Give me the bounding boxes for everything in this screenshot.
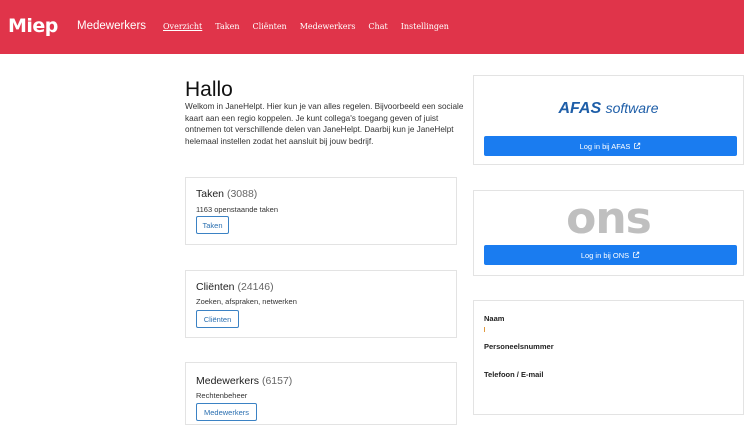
ons-card: ons Log in bij ONS [473,190,744,276]
afas-logo-sub: software [605,100,659,116]
ons-login-button[interactable]: Log in bij ONS [484,245,737,265]
ons-logo: ons [566,193,652,244]
name-value [484,327,485,332]
taken-card: Taken (3088) 1163 openstaande taken Take… [185,177,457,245]
afas-login-button[interactable]: Log in bij AFAS [484,136,737,156]
ons-login-label: Log in bij ONS [580,250,630,260]
medewerkers-button[interactable]: Medewerkers [196,403,257,421]
brand-subtitle: Medewerkers [77,20,147,32]
card-title: Taken (3088) [196,188,257,200]
clienten-button[interactable]: Cliënten [196,310,239,328]
nav-clienten[interactable]: Cliënten [252,22,286,31]
nav-taken[interactable]: Taken [215,22,239,31]
card-count: (24146) [237,281,274,293]
card-subtitle: 1163 openstaande taken [196,205,279,214]
card-title: Medewerkers (6157) [196,375,292,387]
page-title: Hallo [185,78,233,101]
external-link-icon [633,251,640,258]
afas-card: AFAS software Log in bij AFAS [473,75,744,165]
card-subtitle: Zoeken, afspraken, netwerken [196,297,297,306]
card-count: (3088) [226,188,258,200]
telefoon-email-label: Telefoon / E-mail [484,370,544,379]
nav-overzicht[interactable]: Overzicht [163,22,202,31]
external-link-icon [634,142,641,149]
taken-button[interactable]: Taken [196,216,229,234]
card-title-label: Taken [196,188,225,200]
personeelsnummer-label: Personeelsnummer [484,342,554,351]
clienten-card: Cliënten (24146) Zoeken, afspraken, netw… [185,270,457,338]
nav-medewerkers[interactable]: Medewerkers [300,22,356,31]
profile-card: Naam Personeelsnummer Telefoon / E-mail [473,300,744,415]
main-nav: Overzicht Taken Cliënten Medewerkers Cha… [163,22,449,31]
name-label: Naam [484,314,505,323]
card-title-label: Medewerkers [196,375,260,387]
medewerkers-card: Medewerkers (6157) Rechtenbeheer Medewer… [185,362,457,425]
card-title-label: Cliënten [196,281,235,293]
nav-instellingen[interactable]: Instellingen [401,22,449,31]
welcome-text: Welkom in JaneHelpt. Hier kun je van all… [185,102,464,146]
afas-logo: AFAS software [474,100,743,118]
nav-chat[interactable]: Chat [368,22,387,31]
card-subtitle: Rechtenbeheer [196,391,248,400]
card-title: Cliënten (24146) [196,281,274,293]
card-count: (6157) [261,375,293,387]
brand-logo[interactable]: Miep [8,15,58,37]
afas-logo-main: AFAS [558,100,602,117]
afas-login-label: Log in bij AFAS [579,141,631,151]
top-navbar: Miep Medewerkers Overzicht Taken Cliënte… [0,0,744,54]
